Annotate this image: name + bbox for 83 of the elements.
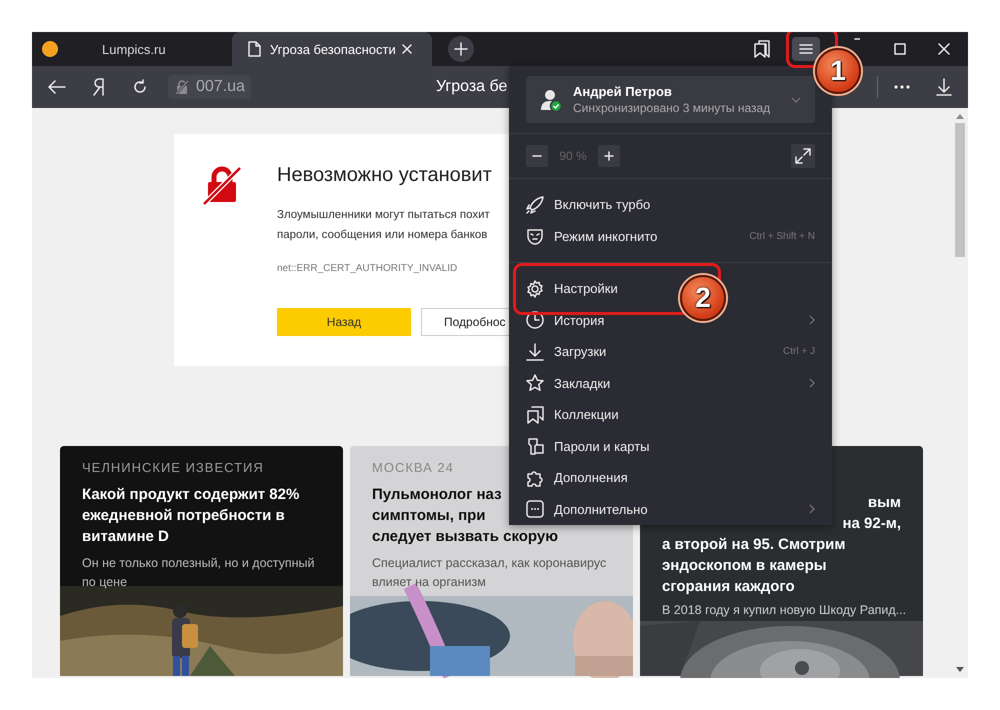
reload-icon[interactable]	[132, 79, 148, 95]
mask-icon	[526, 227, 544, 246]
page-title: Угроза бе	[436, 78, 508, 96]
scrollbar-thumb[interactable]	[955, 123, 965, 257]
scroll-down-icon[interactable]	[956, 667, 964, 672]
news-title: симптомы, при	[372, 506, 486, 526]
step-badge: 1	[815, 48, 861, 94]
error-description: пароли, сообщения или номера банков	[277, 228, 488, 243]
new-tab-icon[interactable]	[448, 36, 474, 62]
news-title: вым	[868, 493, 901, 513]
zoom-level: 90 %	[558, 149, 588, 164]
news-title: а второй на 95. Смотрим	[662, 535, 846, 555]
news-title: эндоскопом в камеры	[662, 556, 827, 576]
menu-item[interactable]: Дополнительно	[526, 495, 648, 524]
news-summary: Специалист рассказал, как коронавирус	[372, 555, 606, 572]
error-title: Невозможно установит	[277, 164, 492, 187]
star-icon	[526, 374, 544, 392]
menu-item[interactable]: Коллекции	[526, 400, 619, 429]
address-field[interactable]: 007.ua	[168, 75, 251, 99]
news-title: ежедневной потребности в	[82, 506, 285, 526]
more-icon	[526, 500, 544, 518]
menu-item[interactable]: История	[526, 306, 604, 334]
scroll-up-icon[interactable]	[956, 114, 964, 119]
more-icon[interactable]	[894, 85, 910, 89]
yandex-icon[interactable]	[92, 78, 106, 96]
menu-item[interactable]: Включить турбо	[526, 190, 650, 219]
menu-item[interactable]: Загрузки	[526, 338, 606, 366]
news-source: МОСКВА 24	[372, 460, 454, 477]
puzzle-icon	[526, 468, 544, 487]
page-icon	[247, 41, 261, 57]
news-summary: влияет на организм	[372, 574, 486, 591]
shortcut-hint: Ctrl + Shift + N	[749, 230, 815, 242]
news-title: сгорания каждого	[662, 577, 795, 597]
menu-item[interactable]: Дополнения	[526, 464, 628, 492]
browser-tab[interactable]: Угроза безопасности	[232, 32, 432, 66]
details-button[interactable]: Подробнос	[421, 308, 509, 336]
fullscreen-button[interactable]	[791, 144, 815, 168]
zoom-out-button[interactable]	[526, 145, 548, 168]
menu-item[interactable]: Настройки	[526, 274, 618, 303]
account-name: Андрей Петров	[573, 84, 673, 100]
menu-item[interactable]: Закладки	[526, 369, 610, 398]
sync-status: Синхронизировано 3 минуты назад	[573, 101, 772, 116]
collections-icon	[526, 406, 544, 424]
chevron-right-icon[interactable]	[809, 504, 815, 514]
news-title: следует вызвать скорую	[372, 527, 558, 547]
news-title: Какой продукт содержит 82%	[82, 485, 300, 505]
news-source: ЧЕЛНИНСКИЕ ИЗВЕСТИЯ	[82, 460, 264, 477]
download-icon	[526, 342, 544, 361]
error-code: net::ERR_CERT_AUTHORITY_INVALID	[277, 263, 458, 274]
key-card-icon	[526, 437, 544, 456]
menu-item[interactable]: Режим инкогнито	[526, 222, 658, 250]
chevron-right-icon[interactable]	[809, 315, 815, 326]
insecure-lock-icon	[174, 79, 190, 95]
news-summary: В 2018 году я купил новую Шкоду Рапид...	[662, 602, 906, 619]
download-icon[interactable]	[936, 78, 952, 96]
menu-button[interactable]	[792, 37, 820, 61]
close-icon[interactable]	[938, 43, 950, 55]
clock-icon	[526, 311, 544, 330]
broken-lock-icon	[202, 166, 242, 206]
bookmarks-icon[interactable]	[754, 40, 770, 58]
zoom-in-button[interactable]	[598, 145, 620, 168]
menu-item[interactable]: Пароли и карты	[526, 432, 650, 460]
expand-icon	[795, 148, 811, 164]
plus-icon	[604, 151, 614, 162]
error-description: Злоумышленники могут пытаться похит	[277, 208, 490, 223]
back-icon[interactable]	[48, 80, 66, 94]
chevron-right-icon[interactable]	[809, 378, 815, 388]
account-card[interactable]: Андрей Петров Синхронизировано 3 минуты назад	[526, 76, 815, 124]
rocket-icon	[526, 196, 544, 214]
menu-icon	[799, 43, 813, 55]
maximize-icon[interactable]	[894, 43, 906, 55]
shortcut-hint: Ctrl + J	[783, 346, 815, 358]
news-title: на 92-м,	[842, 514, 901, 534]
back-button[interactable]: Назад	[277, 308, 411, 336]
site-favicon	[42, 41, 58, 57]
settings-icon	[526, 280, 544, 298]
close-icon[interactable]	[401, 43, 413, 55]
chevron-down-icon[interactable]	[791, 96, 801, 103]
browser-tab[interactable]: Lumpics.ru	[38, 32, 232, 66]
news-title: Пульмонолог наз	[372, 485, 502, 505]
news-summary: по цене	[82, 574, 128, 591]
news-title: витамине D	[82, 527, 169, 547]
news-summary: Он не только полезный, но и доступный	[82, 555, 315, 572]
